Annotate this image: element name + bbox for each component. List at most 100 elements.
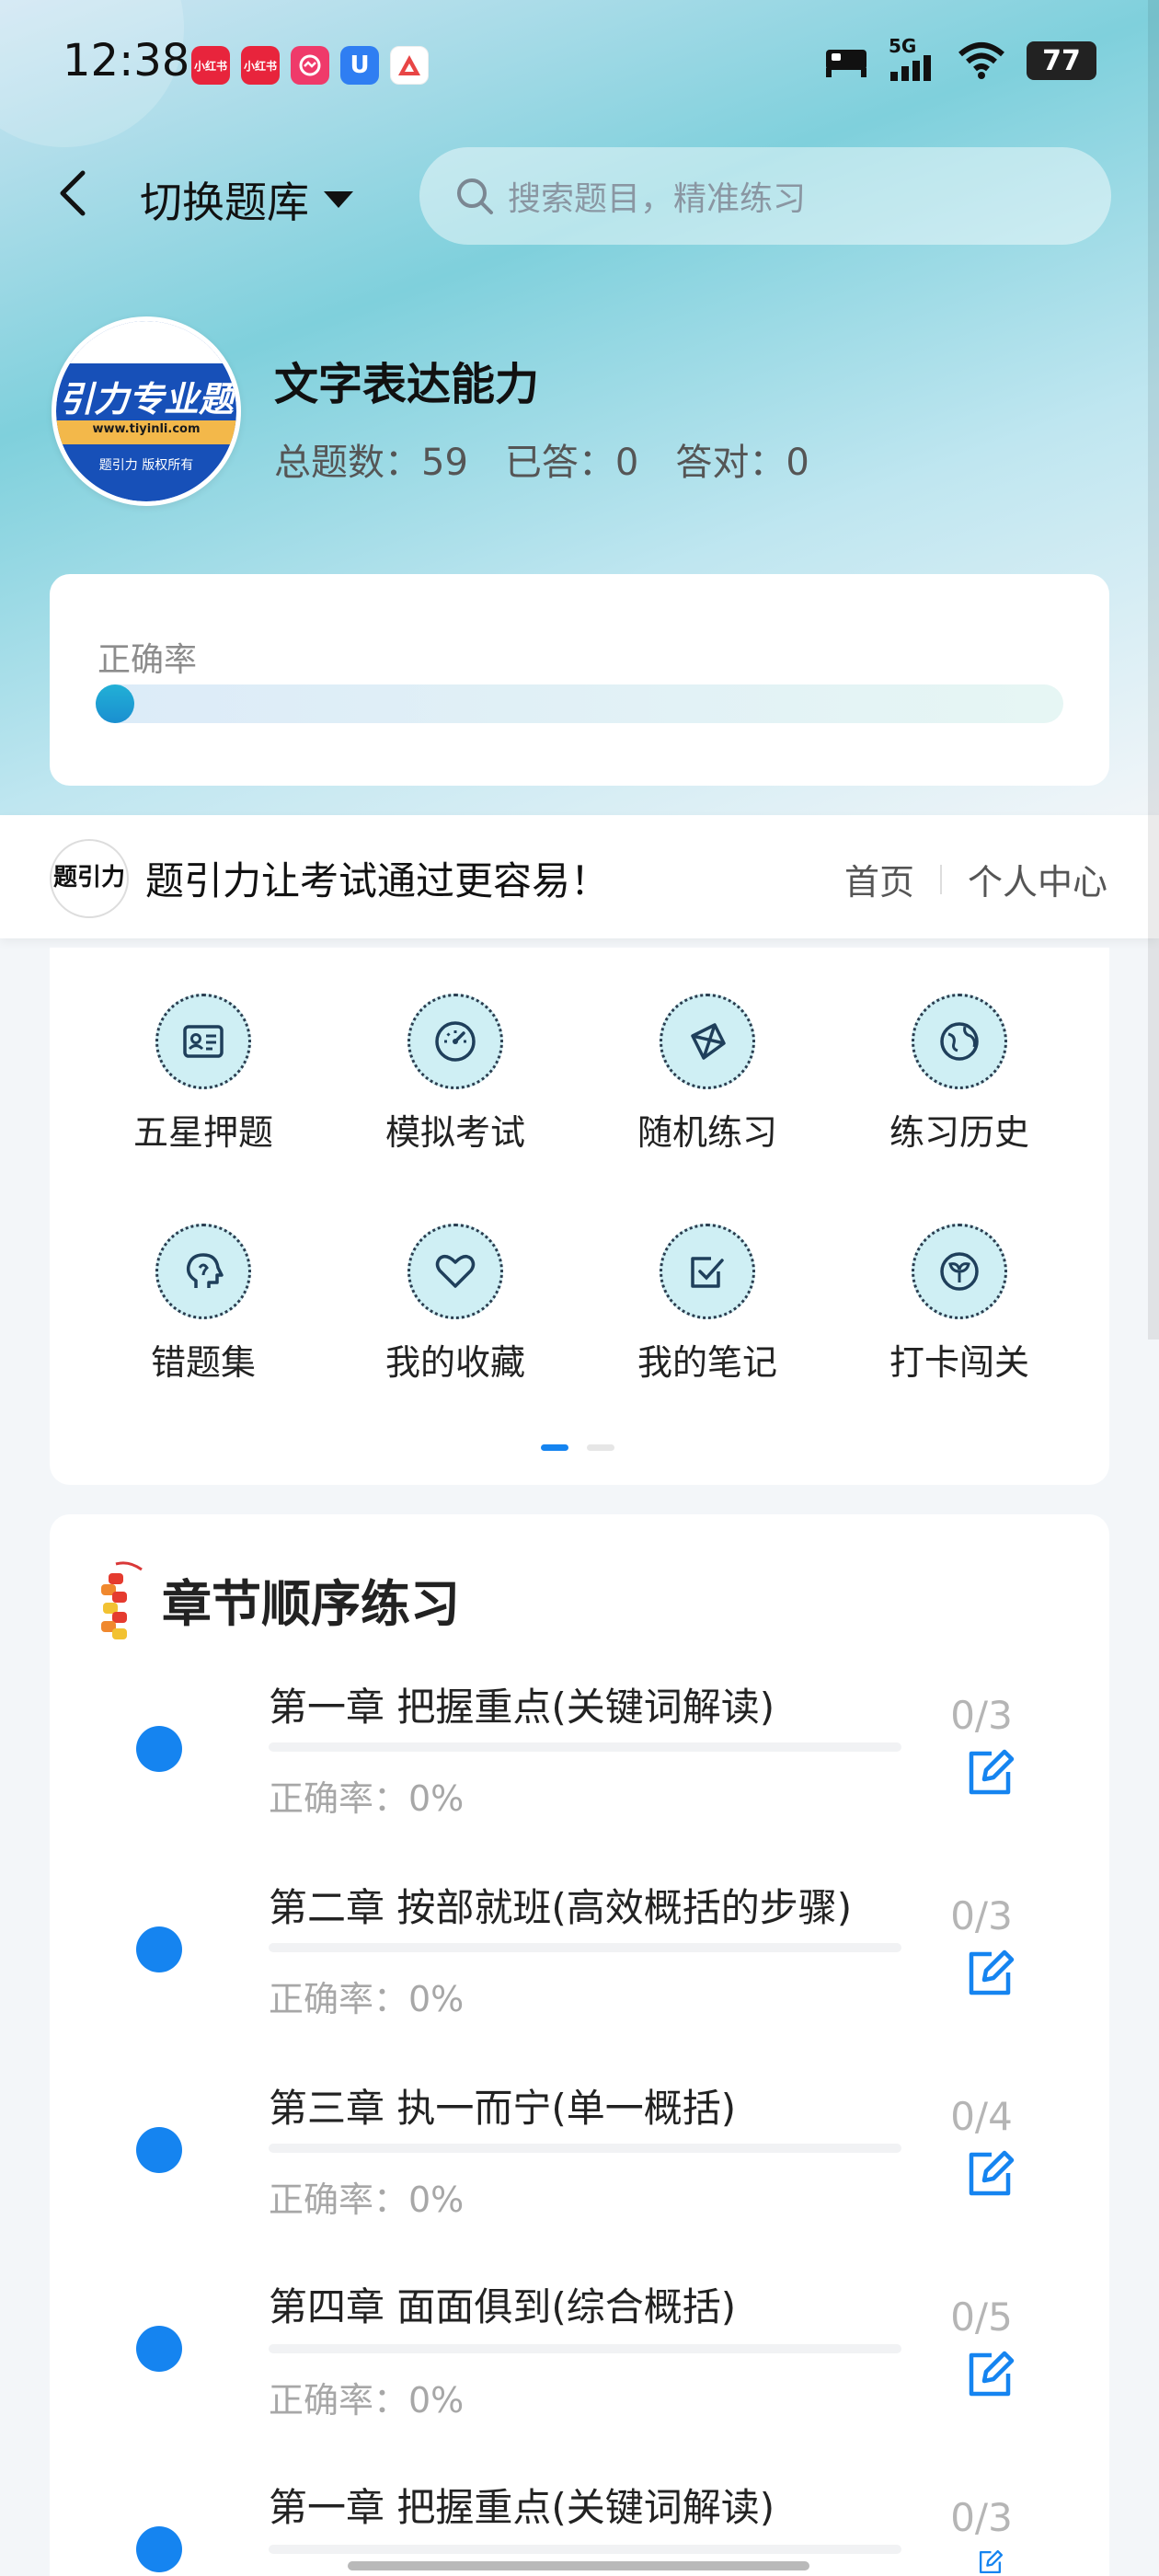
chapter-count: 0/3: [950, 2495, 1013, 2540]
edit-icon[interactable]: [964, 2348, 1017, 2401]
home-link[interactable]: 首页: [844, 854, 914, 904]
answered-count: 已答：0: [504, 442, 639, 484]
accuracy-progress-indicator: [96, 684, 134, 723]
leaf-icon: [912, 1224, 1007, 1319]
pager-dot[interactable]: [587, 1444, 614, 1451]
switch-bank-dropdown[interactable]: 切换题库: [140, 169, 353, 230]
feature-history[interactable]: 练习历史: [833, 994, 1085, 1155]
logo-text: 引力专业题: [58, 379, 234, 420]
head-icon: [155, 1224, 251, 1319]
logo-copyright: 题引力 版权所有: [98, 458, 194, 473]
edit-icon[interactable]: [964, 1746, 1017, 1800]
battery-icon: 77: [1027, 41, 1096, 80]
chapter-status-dot: [136, 1726, 182, 1772]
chapter-section-title: 章节顺序练习: [162, 1574, 460, 1633]
caret-down-icon: [324, 191, 353, 208]
chapter-status-dot: [136, 1926, 182, 1972]
chapter-accuracy: 正确率：0%: [269, 2179, 465, 2220]
notification-icons: 小红书 小红书 U: [191, 46, 429, 85]
chapter-count: 0/4: [950, 2094, 1013, 2139]
site-slogan: 题引力让考试通过更容易！: [145, 858, 610, 903]
grid-pager: [541, 1444, 614, 1451]
chevron-left-icon: [60, 170, 86, 216]
network-icon: [660, 994, 755, 1089]
status-bar: 12:38 小红书 小红书 U 5G 77: [0, 0, 1159, 120]
edit-icon[interactable]: [964, 2548, 1017, 2576]
heart-icon: [407, 1224, 503, 1319]
status-time: 12:38: [63, 35, 190, 86]
feature-label: 随机练习: [637, 1112, 777, 1153]
cellular-signal-icon: 5G: [889, 35, 936, 81]
chapter-name: 第三章 执一而宁(单一概括): [269, 2086, 737, 2131]
accuracy-progress-track: [96, 684, 1063, 723]
feature-label: 打卡闯关: [889, 1342, 1029, 1383]
profile-link[interactable]: 个人中心: [968, 854, 1107, 904]
logo-url: www.tiyinli.com: [92, 422, 201, 436]
feature-checkin[interactable]: 打卡闯关: [833, 1224, 1085, 1385]
accuracy-card: [50, 574, 1109, 786]
chapter-accuracy: 正确率：0%: [269, 1979, 465, 2019]
chapter-progress-bar: [269, 2144, 901, 2153]
chapter-status-dot: [136, 2127, 182, 2173]
pager-dot-active[interactable]: [541, 1444, 568, 1451]
chapter-status-dot: [136, 2526, 182, 2572]
xiaohongshu-icon: 小红书: [191, 46, 230, 85]
chapter-progress-bar: [269, 2344, 901, 2353]
feature-random-practice[interactable]: 随机练习: [581, 994, 833, 1155]
chapter-name: 第一章 把握重点(关键词解读): [269, 1685, 775, 1730]
correct-count: 答对：0: [675, 442, 809, 484]
chapter-progress-bar: [269, 1742, 901, 1752]
chapter-status-dot: [136, 2326, 182, 2372]
back-button[interactable]: [52, 166, 96, 221]
accuracy-label: 正确率: [98, 641, 198, 679]
search-input[interactable]: 搜索题目，精准练习: [419, 147, 1111, 245]
chapter-accuracy: 正确率：0%: [269, 2380, 465, 2421]
feature-wrong-questions[interactable]: 错题集: [77, 1224, 329, 1385]
chapter-count: 0/5: [950, 2294, 1013, 2340]
feature-label: 练习历史: [889, 1112, 1029, 1153]
total-count: 总题数：59: [274, 442, 468, 484]
wifi-icon: [958, 42, 1004, 79]
id-card-icon: [155, 994, 251, 1089]
feature-five-star[interactable]: 五星押题: [77, 994, 329, 1155]
chapter-header: 章节顺序练习: [92, 1555, 460, 1643]
switch-bank-label: 切换题库: [140, 178, 309, 227]
feature-favorites[interactable]: 我的收藏: [329, 1224, 581, 1385]
chapter-progress-bar: [269, 2545, 901, 2554]
feature-label: 错题集: [150, 1342, 256, 1383]
chapter-progress-bar: [269, 1943, 901, 1952]
chapter-count: 0/3: [950, 1893, 1013, 1938]
search-placeholder: 搜索题目，精准练习: [508, 180, 807, 218]
check-note-icon: [660, 1224, 755, 1319]
bank-title: 文字表达能力: [274, 359, 540, 410]
bank-logo: 引力专业题 www.tiyinli.com 题引力 版权所有: [52, 316, 241, 506]
feature-mock-exam[interactable]: 模拟考试: [329, 994, 581, 1155]
app-notification-icon: [390, 46, 429, 85]
chapter-name: 第二章 按部就班(高效概括的步骤): [269, 1885, 853, 1930]
divider: [939, 864, 942, 894]
xiaohongshu-icon: 小红书: [241, 46, 280, 85]
app-notification-icon: [291, 46, 329, 85]
status-right: 5G 77: [824, 35, 1096, 81]
chapter-accuracy: 正确率：0%: [269, 1778, 465, 1819]
home-indicator[interactable]: [348, 2561, 809, 2570]
bed-icon: [826, 50, 866, 77]
feature-label: 五星押题: [132, 1112, 273, 1153]
chapter-name: 第四章 面面俱到(综合概括): [269, 2284, 737, 2329]
search-icon: [457, 178, 493, 214]
scrollbar[interactable]: [1148, 0, 1159, 1340]
edit-icon[interactable]: [964, 2147, 1017, 2201]
app-notification-icon: U: [340, 46, 379, 85]
feature-notes[interactable]: 我的笔记: [581, 1224, 833, 1385]
site-logo: 题引力: [50, 839, 129, 918]
globe-icon: [912, 994, 1007, 1089]
feature-label: 模拟考试: [384, 1112, 525, 1153]
feature-label: 我的收藏: [384, 1342, 525, 1383]
feature-label: 我的笔记: [637, 1342, 777, 1383]
firecracker-icon: [101, 1561, 143, 1639]
chapter-count: 0/3: [950, 1693, 1013, 1738]
edit-icon[interactable]: [964, 1947, 1017, 2000]
chapter-name[interactable]: 第一章 把握重点(关键词解读): [269, 2477, 775, 2533]
speedometer-icon: [407, 994, 503, 1089]
banner-links: 首页 个人中心: [844, 854, 1107, 904]
